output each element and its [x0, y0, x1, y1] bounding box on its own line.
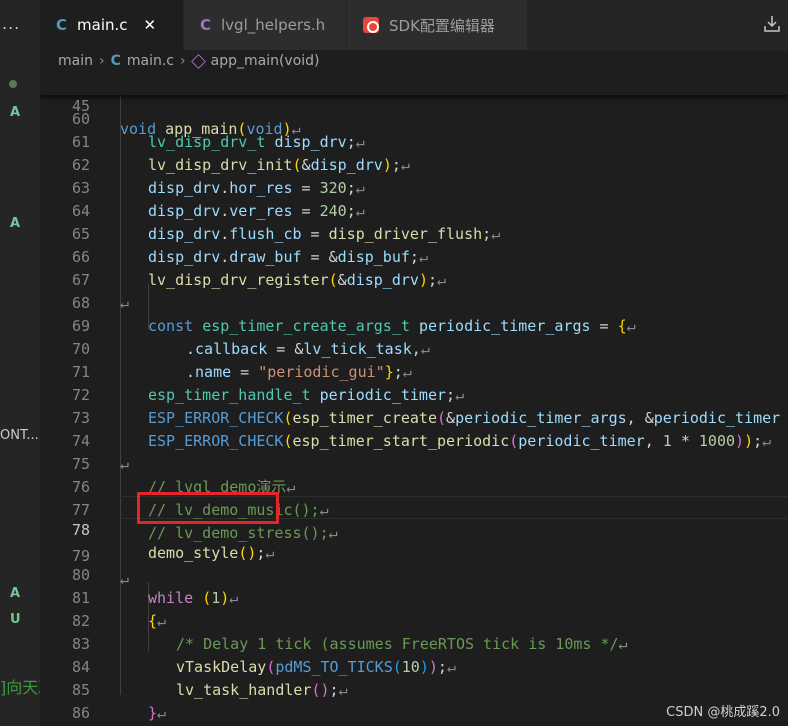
breadcrumb-folder[interactable]: main: [58, 53, 93, 69]
chevron-right-icon: ›: [180, 53, 186, 69]
git-untracked-mark: U: [10, 612, 21, 627]
explorer-strip: ... A A ONT... A U ]向天冲: [0, 0, 54, 726]
code-line[interactable]: 68 const esp_timer_create_args_t periodi…: [40, 269, 788, 335]
code-line[interactable]: 75 // lvgl demo演示↵: [40, 430, 788, 496]
code-line[interactable]: 63 disp_drv.ver_res = 240;↵: [40, 154, 788, 220]
red-highlight-annotation: [137, 492, 279, 524]
git-added-mark: A: [10, 586, 21, 601]
more-actions-icon[interactable]: ...: [2, 14, 20, 33]
code-line[interactable]: 76 // lv_demo_music();↵: [40, 453, 788, 519]
tab-main-c[interactable]: C main.c ✕: [40, 0, 183, 50]
editor-tab-bar: C main.c ✕ C lvgl_helpers.h SDK配置编辑器: [40, 0, 788, 50]
breadcrumb-symbol[interactable]: app_main(void): [211, 53, 320, 69]
c-file-icon: C: [110, 53, 121, 69]
code-line[interactable]: 64 disp_drv.flush_cb = disp_driver_flush…: [40, 177, 788, 243]
c-header-file-icon: C: [200, 16, 212, 34]
code-line[interactable]: 81 {↵: [40, 564, 788, 630]
line-number: 45: [71, 97, 90, 115]
code-line[interactable]: 84 lv_task_handler();↵: [40, 633, 788, 699]
c-file-icon: C: [56, 16, 68, 34]
code-line[interactable]: 67 ↵: [40, 246, 788, 312]
sticky-scroll-line[interactable]: 45 void app_main(void)↵: [40, 72, 788, 138]
tab-label: lvgl_helpers.h: [221, 16, 326, 34]
tab-label: SDK配置编辑器: [389, 16, 495, 35]
close-icon[interactable]: ✕: [144, 16, 157, 34]
git-status-dot-icon: [9, 80, 17, 88]
tab-sdk-config-editor[interactable]: SDK配置编辑器: [347, 0, 527, 50]
code-line[interactable]: 85 }↵: [40, 656, 788, 722]
code-line[interactable]: 86 }↵: [40, 679, 788, 722]
code-line[interactable]: 83 vTaskDelay(pdMS_TO_TICKS(10));↵: [40, 610, 788, 676]
function-symbol-icon: [190, 53, 206, 69]
espressif-icon: [363, 17, 379, 33]
code-line[interactable]: 73 ESP_ERROR_CHECK(esp_timer_start_perio…: [40, 384, 788, 450]
breadcrumb-file[interactable]: main.c: [127, 53, 174, 69]
explorer-truncated-label[interactable]: ONT...: [0, 428, 39, 443]
git-added-mark: A: [10, 216, 21, 231]
code-line[interactable]: 72 ESP_ERROR_CHECK(esp_timer_create(&per…: [40, 361, 788, 427]
code-line[interactable]: 70 .name = "periodic_gui"};↵: [40, 315, 788, 381]
code-line[interactable]: 66 lv_disp_drv_register(&disp_drv);↵: [40, 223, 788, 289]
code-line[interactable]: 80 while (1)↵: [40, 541, 788, 607]
code-line[interactable]: 71 esp_timer_handle_t periodic_timer;↵: [40, 338, 788, 404]
csdn-watermark: CSDN @桃成蹊2.0: [666, 705, 780, 720]
chevron-right-icon: ›: [98, 53, 105, 69]
download-icon[interactable]: [762, 14, 782, 34]
code-line[interactable]: 74 ↵: [40, 407, 788, 473]
code-line[interactable]: 65 disp_drv.draw_buf = &disp_buf;↵: [40, 200, 788, 266]
code-line[interactable]: 69 .callback = &lv_tick_task,↵: [40, 292, 788, 358]
sticky-code: void app_main(void)↵: [120, 120, 301, 138]
git-added-mark: A: [10, 105, 21, 120]
tab-label: main.c: [77, 16, 128, 34]
tab-lvgl-helpers-h[interactable]: C lvgl_helpers.h: [184, 0, 346, 50]
code-line[interactable]: 82 /* Delay 1 tick (assumes FreeRTOS tic…: [40, 587, 788, 653]
breadcrumb: main › C main.c › app_main(void): [40, 50, 788, 72]
code-editor[interactable]: 45 void app_main(void)↵ 60 lv_disp_drv_t…: [40, 72, 788, 726]
